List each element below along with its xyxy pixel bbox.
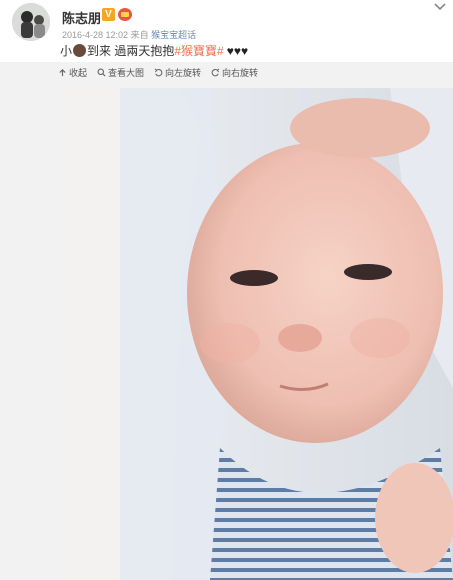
hashtag-link[interactable]: #猴寶寶# (174, 42, 223, 59)
rotate-left-label: 向左旋转 (165, 68, 202, 78)
verified-badge: V (102, 8, 115, 21)
collapse-icon (59, 68, 66, 77)
baby-photo-image (60, 88, 453, 580)
rotate-right-button[interactable]: 向右旋转 (211, 66, 258, 79)
monkey-emoji-icon (73, 44, 87, 57)
rotate-left-icon (154, 68, 163, 77)
post-timestamp[interactable]: 2016-4-28 12:02 (62, 30, 128, 40)
caption-text-1: 小 (60, 44, 73, 58)
post-meta: 2016-4-28 12:02 来自 猴宝宝超话 (62, 28, 196, 41)
avatar-image (12, 3, 50, 41)
collapse-label: 收起 (69, 68, 88, 78)
vip-badge-icon (118, 8, 132, 21)
hearts-emoji: ♥♥♥ (226, 43, 249, 58)
post-caption: 小 到来 過兩天抱抱 #猴寶寶# ♥♥♥ (60, 42, 248, 59)
rotate-left-button[interactable]: 向左旋转 (154, 66, 201, 79)
post-photo[interactable] (60, 88, 453, 580)
username[interactable]: 陈志朋 (62, 8, 101, 27)
view-large-label: 查看大图 (108, 68, 145, 78)
caption-text-2: 到来 過兩天抱抱 (87, 44, 175, 58)
weibo-post: 陈志朋 V 2016-4-28 12:02 来自 猴宝宝超话 小 到来 過兩天抱… (0, 0, 453, 580)
avatar[interactable] (12, 3, 50, 41)
source-prefix: 来自 (130, 30, 149, 40)
collapse-button[interactable]: 收起 (58, 66, 87, 79)
chevron-down-icon[interactable] (433, 2, 447, 12)
post-source[interactable]: 猴宝宝超话 (151, 30, 196, 40)
image-toolbar: 收起 查看大图 向左旋转 向右旋转 (58, 66, 258, 79)
rotate-right-label: 向右旋转 (222, 68, 259, 78)
user-badges: V (102, 8, 132, 21)
view-large-button[interactable]: 查看大图 (97, 66, 144, 79)
magnify-icon (97, 68, 106, 77)
rotate-right-icon (211, 68, 220, 77)
